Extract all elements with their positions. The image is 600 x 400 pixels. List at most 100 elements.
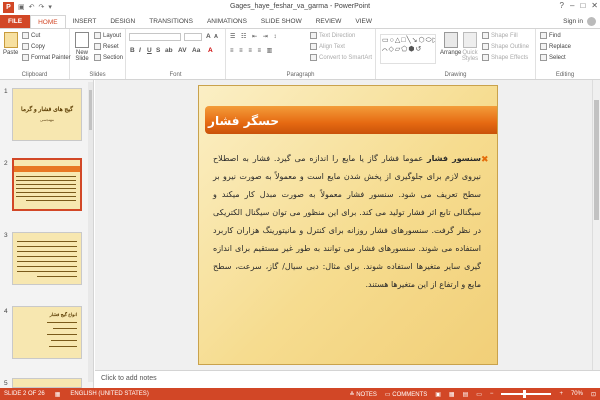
find-button[interactable]: Find — [540, 32, 561, 39]
font-name-combo[interactable] — [129, 33, 181, 41]
copy-button[interactable]: Copy — [22, 43, 45, 50]
reset-button[interactable]: Reset — [94, 43, 119, 50]
zoom-slider[interactable] — [501, 390, 552, 398]
text-direction-button[interactable]: Text Direction — [310, 32, 355, 39]
shape-fill-button[interactable]: Shape Fill — [482, 32, 518, 39]
quick-styles-button[interactable]: Quick Styles — [462, 32, 478, 62]
notes-placeholder[interactable]: Click to add notes — [101, 375, 157, 382]
reading-view-icon[interactable]: ▤ — [463, 391, 469, 398]
slide-number: 1 — [4, 88, 8, 95]
thumbnail-text-line — [16, 196, 76, 197]
italic-icon[interactable]: I — [139, 47, 141, 54]
language-indicator[interactable]: ENGLISH (UNITED STATES) — [70, 391, 148, 398]
slide-body-text[interactable]: سنسور فشار عموما فشار گاز یا مایع را اند… — [213, 150, 481, 294]
strikethrough-icon[interactable]: ab — [165, 47, 173, 54]
slide-thumbnail-2[interactable] — [12, 158, 82, 211]
zoom-slider-knob[interactable] — [523, 390, 527, 398]
shadow-icon[interactable]: S — [156, 47, 160, 54]
ribbon: Paste Cut Copy Format Painter Clipboard … — [0, 28, 600, 80]
slides-group-label: Slides — [89, 72, 106, 78]
font-color-icon[interactable]: A — [208, 47, 213, 54]
new-slide-icon — [75, 32, 89, 48]
zoom-level[interactable]: 70% — [571, 391, 583, 397]
tab-insert[interactable]: INSERT — [66, 15, 104, 28]
slide-thumbnail-5[interactable] — [12, 378, 82, 388]
font-group-label: Font — [169, 72, 182, 78]
save-icon[interactable]: ▣ — [18, 3, 25, 11]
status-bar: SLIDE 2 OF 26 ▦ ENGLISH (UNITED STATES) … — [0, 388, 600, 400]
tab-view[interactable]: VIEW — [348, 15, 379, 28]
align-buttons[interactable]: ≡ ≡ ≡ ≡ ▥ — [230, 47, 274, 54]
notes-button[interactable]: ≙ NOTES — [350, 391, 377, 398]
format-painter-button[interactable]: Format Painter — [22, 54, 71, 61]
convert-smartart-button[interactable]: Convert to SmartArt — [310, 54, 372, 61]
shape-outline-button[interactable]: Shape Outline — [482, 43, 529, 50]
sign-in-label[interactable]: Sign in — [563, 18, 583, 25]
change-case-icon[interactable]: Aa — [192, 47, 200, 54]
scrollbar-thumb[interactable] — [594, 100, 599, 220]
normal-view-icon[interactable]: ▣ — [435, 391, 441, 398]
slideshow-icon[interactable]: ▭ — [476, 391, 482, 398]
zoom-in-button[interactable]: + — [559, 391, 563, 397]
slide-number: 3 — [4, 232, 8, 239]
char-spacing-icon[interactable]: AV — [178, 47, 187, 54]
slide-thumbnail-1[interactable]: گیج های فشار و گرما مهندسی — [12, 88, 82, 141]
close-button[interactable]: ✕ — [591, 1, 598, 10]
help-button[interactable]: ? — [560, 1, 564, 10]
thumbnail-text-line — [16, 188, 76, 189]
tab-review[interactable]: REVIEW — [309, 15, 349, 28]
replace-button[interactable]: Replace — [540, 43, 571, 50]
avatar[interactable] — [587, 17, 596, 26]
brush-icon — [22, 54, 29, 61]
scrollbar-thumb[interactable] — [89, 90, 92, 130]
tab-design[interactable]: DESIGN — [103, 15, 142, 28]
slide-thumbnail-4[interactable]: انواع گیج فشار — [12, 306, 82, 359]
arrange-button[interactable]: Arrange — [440, 32, 461, 56]
underline-icon[interactable]: U — [147, 47, 152, 54]
tab-file[interactable]: FILE — [0, 15, 31, 28]
customize-qat-icon[interactable]: ▾ — [48, 3, 52, 11]
current-slide[interactable]: حسگر فشار ✖ سنسور فشار عموما فشار گاز یا… — [198, 85, 498, 365]
font-grow-icon[interactable]: A — [206, 33, 211, 40]
thumbnail-scrollbar[interactable] — [88, 82, 93, 382]
reset-label: Reset — [103, 43, 119, 50]
thumbnail-text-line — [17, 256, 77, 257]
tab-transitions[interactable]: TRANSITIONS — [142, 15, 200, 28]
font-shrink-icon[interactable]: A — [214, 34, 218, 40]
thumbnail-text-line — [47, 334, 77, 335]
slide-title[interactable]: حسگر فشار — [208, 114, 279, 128]
section-button[interactable]: Section — [94, 54, 123, 61]
slide-thumbnail-3[interactable] — [12, 232, 82, 285]
tab-home[interactable]: HOME — [30, 15, 66, 28]
list-buttons[interactable]: ☰ ☷ ⇤ ⇥ ↕ — [230, 33, 278, 40]
tab-slide-show[interactable]: SLIDE SHOW — [254, 15, 309, 28]
bold-icon[interactable]: B — [130, 47, 135, 54]
redo-icon[interactable]: ↷ — [39, 3, 45, 11]
tab-animations[interactable]: ANIMATIONS — [200, 15, 254, 28]
thumbnail-text-line — [16, 192, 76, 193]
editor-scrollbar[interactable] — [592, 80, 600, 370]
select-button[interactable]: Select — [540, 54, 566, 61]
align-text-button[interactable]: Align Text — [310, 43, 345, 50]
text-direction-label: Text Direction — [319, 32, 356, 39]
paste-button[interactable]: Paste — [3, 32, 18, 56]
fit-slide-icon[interactable]: ⊡ — [591, 391, 596, 398]
shapes-gallery[interactable]: ▭○△□╲↘⬡⬭▷☆{}⌒◇▱⬠⬢↺ — [380, 34, 436, 64]
notes-pane[interactable]: Click to add notes — [95, 370, 600, 388]
minimize-button[interactable]: – — [570, 1, 574, 10]
thumbnail-text-line — [49, 346, 77, 347]
pen-icon — [482, 43, 489, 50]
undo-icon[interactable]: ↶ — [29, 3, 35, 11]
cut-button[interactable]: Cut — [22, 32, 40, 39]
comments-button[interactable]: ▭ COMMENTS — [385, 391, 427, 398]
layout-button[interactable]: Layout — [94, 32, 121, 39]
new-slide-button[interactable]: New Slide — [73, 32, 91, 62]
drawing-group-label: Drawing — [444, 72, 467, 78]
sign-in[interactable]: Sign in — [563, 17, 596, 26]
font-size-combo[interactable] — [184, 33, 202, 41]
zoom-out-button[interactable]: − — [490, 391, 494, 397]
maximize-button[interactable]: □ — [580, 1, 585, 10]
spellcheck-icon[interactable]: ▦ — [55, 391, 61, 398]
slide-sorter-icon[interactable]: ▦ — [449, 391, 455, 398]
shape-effects-button[interactable]: Shape Effects — [482, 54, 528, 61]
